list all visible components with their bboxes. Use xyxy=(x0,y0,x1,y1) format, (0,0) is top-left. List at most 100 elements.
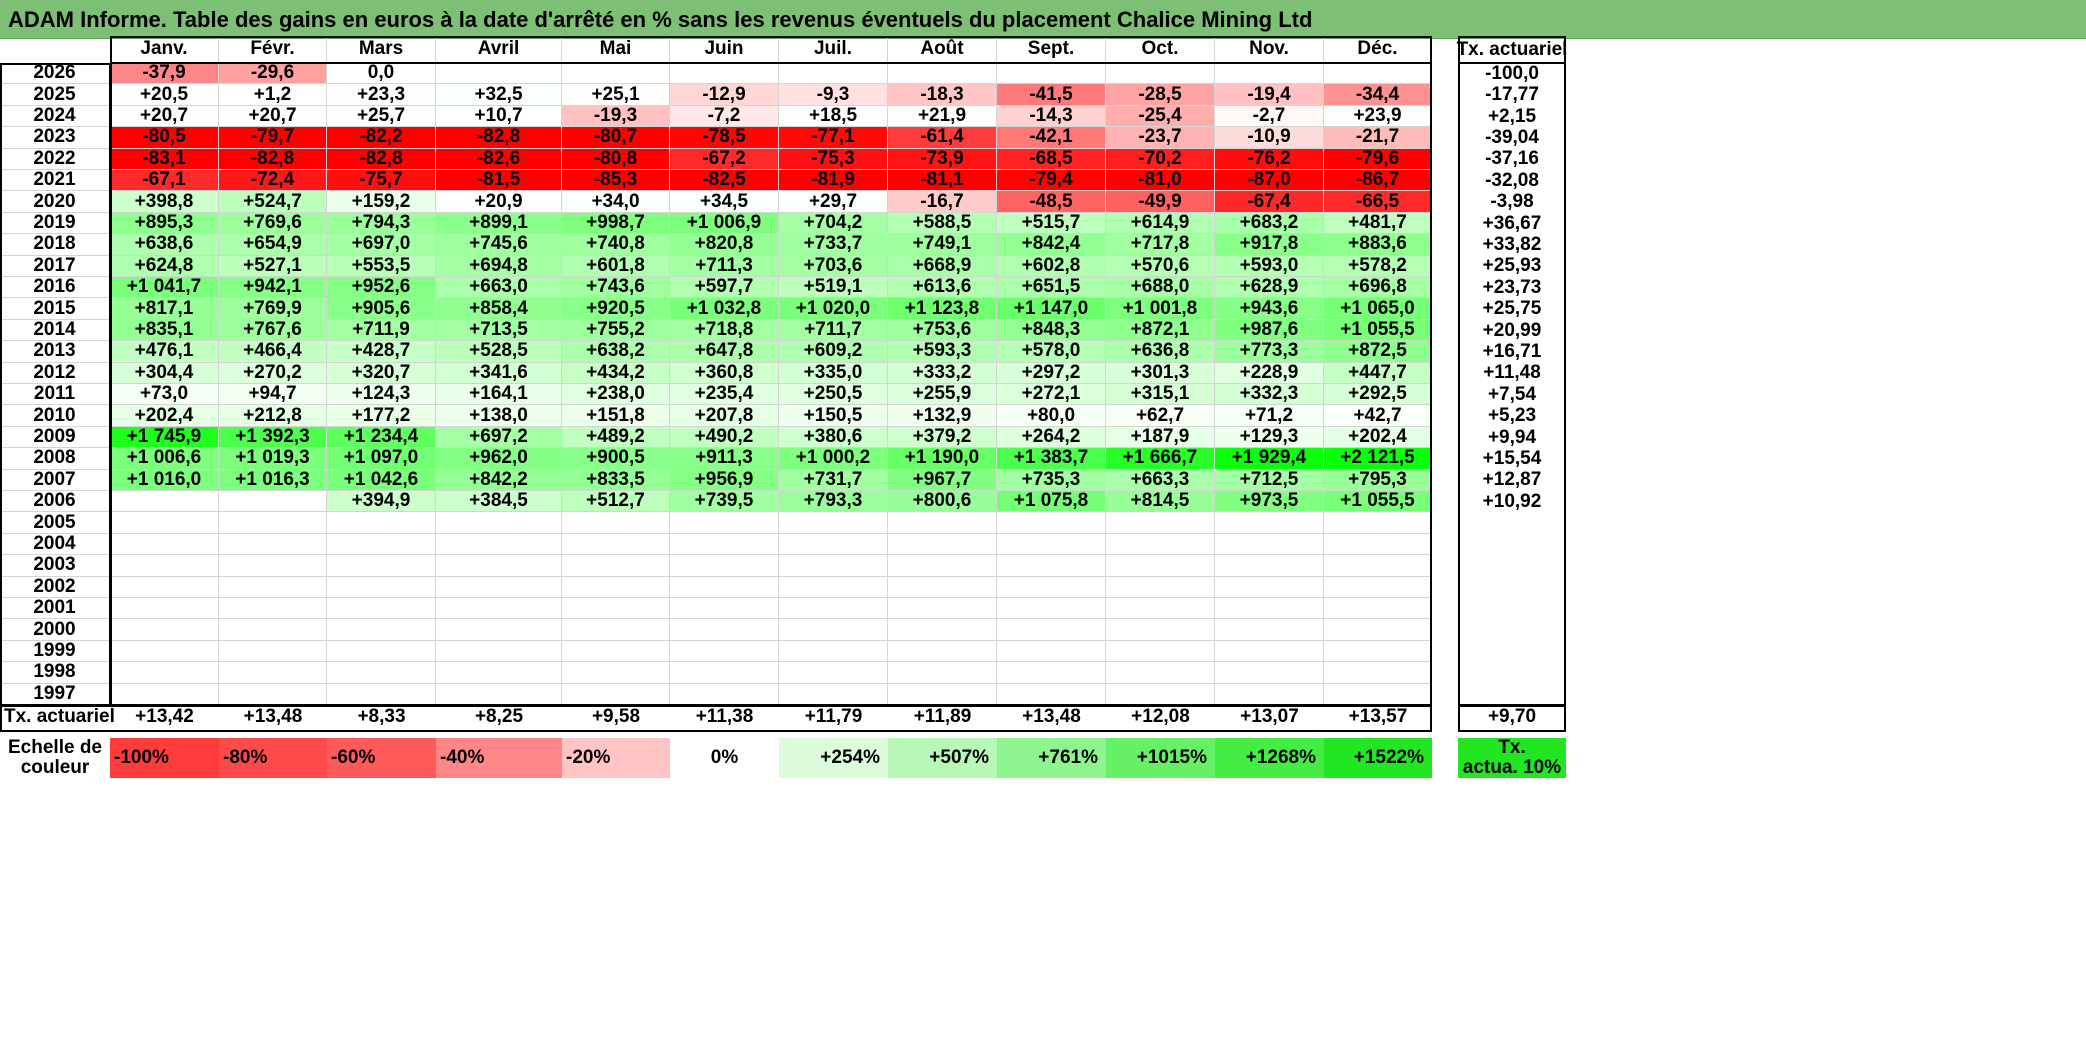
year-label: 1997 xyxy=(0,683,110,705)
table-cell xyxy=(1324,619,1432,641)
table-cell: +833,5 xyxy=(562,469,670,491)
table-cell: -82,8 xyxy=(327,148,436,170)
table-cell xyxy=(327,576,436,598)
year-label: 2016 xyxy=(0,276,110,299)
table-cell: +1 123,8 xyxy=(888,298,997,320)
table-cell: +489,2 xyxy=(562,426,670,449)
table-cell xyxy=(1215,533,1324,556)
table-cell: +858,4 xyxy=(436,298,562,320)
table-cell xyxy=(110,555,219,577)
tx-actuariel-cell xyxy=(1458,619,1566,640)
table-cell xyxy=(888,640,997,663)
table-cell: +18,5 xyxy=(779,105,888,128)
table-cell: +624,8 xyxy=(110,255,219,277)
year-label: 2009 xyxy=(0,426,110,449)
table-cell xyxy=(1324,598,1432,620)
table-cell: -79,7 xyxy=(219,126,327,149)
table-cell: +998,7 xyxy=(562,212,670,235)
table-cell: +1 929,4 xyxy=(1215,447,1324,470)
table-cell xyxy=(1215,576,1324,598)
year-label: 2026 xyxy=(0,62,110,85)
year-label: 2007 xyxy=(0,469,110,491)
table-cell: +911,3 xyxy=(670,447,779,470)
table-cell xyxy=(110,598,219,620)
table-cell: -79,6 xyxy=(1324,148,1432,170)
table-cell: +20,5 xyxy=(110,84,219,106)
table-cell: +250,5 xyxy=(779,383,888,406)
tx-actuariel-cell: +7,54 xyxy=(1487,383,1537,405)
table-cell: +703,6 xyxy=(779,255,888,277)
table-cell: +920,5 xyxy=(562,298,670,320)
year-label: 2017 xyxy=(0,255,110,277)
table-cell: +578,0 xyxy=(997,340,1106,363)
table-cell: +20,9 xyxy=(436,191,562,213)
table-cell xyxy=(888,662,997,684)
table-cell: -25,4 xyxy=(1106,105,1215,128)
table-cell xyxy=(327,683,436,705)
table-cell xyxy=(562,512,670,534)
table-cell: +872,5 xyxy=(1324,340,1432,363)
table-cell: +1 666,7 xyxy=(1106,447,1215,470)
table-cell xyxy=(562,63,670,85)
table-cell: +124,3 xyxy=(327,383,436,406)
table-cell: +466,4 xyxy=(219,340,327,363)
table-cell: +553,5 xyxy=(327,255,436,277)
table-cell: +21,9 xyxy=(888,105,997,128)
table-cell: -73,9 xyxy=(888,148,997,170)
table-cell: -67,4 xyxy=(1215,191,1324,213)
table-cell: +1 006,6 xyxy=(110,447,219,470)
table-cell: +384,5 xyxy=(436,490,562,513)
table-cell: +745,6 xyxy=(436,233,562,256)
table-cell xyxy=(888,576,997,598)
table-cell: -76,2 xyxy=(1215,148,1324,170)
table-cell xyxy=(1324,662,1432,684)
table-cell: -83,1 xyxy=(110,148,219,170)
table-cell xyxy=(997,576,1106,598)
table-cell xyxy=(670,576,779,598)
table-cell: +588,5 xyxy=(888,212,997,235)
table-cell xyxy=(1215,598,1324,620)
table-cell: +25,7 xyxy=(327,105,436,128)
table-cell xyxy=(888,619,997,641)
table-cell xyxy=(327,512,436,534)
footer-cell: +11,79 xyxy=(804,706,863,727)
table-cell xyxy=(997,598,1106,620)
table-cell: -21,7 xyxy=(1324,126,1432,149)
table-cell: +597,7 xyxy=(670,276,779,299)
table-cell: +817,1 xyxy=(110,298,219,320)
month-header: Juin xyxy=(670,36,779,63)
table-cell: +272,1 xyxy=(997,383,1106,406)
table-cell: -78,5 xyxy=(670,126,779,149)
table-cell: +29,7 xyxy=(779,191,888,213)
table-cell: +360,8 xyxy=(670,362,779,384)
footer-cell: +13,48 xyxy=(1022,706,1081,727)
table-cell xyxy=(219,576,327,598)
table-cell: +712,5 xyxy=(1215,469,1324,491)
table-cell xyxy=(779,63,888,85)
tx-actuariel-cell: +33,82 xyxy=(1482,233,1542,255)
table-cell: +481,7 xyxy=(1324,212,1432,235)
table-cell: +1 001,8 xyxy=(1106,298,1215,320)
table-cell xyxy=(219,662,327,684)
table-cell: +398,8 xyxy=(110,191,219,213)
table-cell: +688,0 xyxy=(1106,276,1215,299)
table-cell xyxy=(779,598,888,620)
table-cell: +164,1 xyxy=(436,383,562,406)
table-cell: -42,1 xyxy=(997,126,1106,149)
table-cell: -79,4 xyxy=(997,169,1106,192)
tx-actuariel-cell: +15,54 xyxy=(1482,447,1542,469)
table-cell: -80,8 xyxy=(562,148,670,170)
table-cell: -18,3 xyxy=(888,84,997,106)
table-cell: +235,4 xyxy=(670,383,779,406)
table-cell: -82,6 xyxy=(436,148,562,170)
tx-actuariel-cell: -39,04 xyxy=(1485,126,1539,148)
footer-cell: +11,38 xyxy=(695,706,754,727)
table-cell xyxy=(779,619,888,641)
table-cell: 0,0 xyxy=(327,62,436,85)
tx-actuariel-cell: +36,67 xyxy=(1482,212,1542,234)
table-cell: +315,1 xyxy=(1106,383,1215,406)
table-cell: +711,3 xyxy=(670,255,779,277)
table-cell xyxy=(670,555,779,577)
table-cell: +872,1 xyxy=(1106,319,1215,342)
table-cell: +2 121,5 xyxy=(1324,447,1432,470)
